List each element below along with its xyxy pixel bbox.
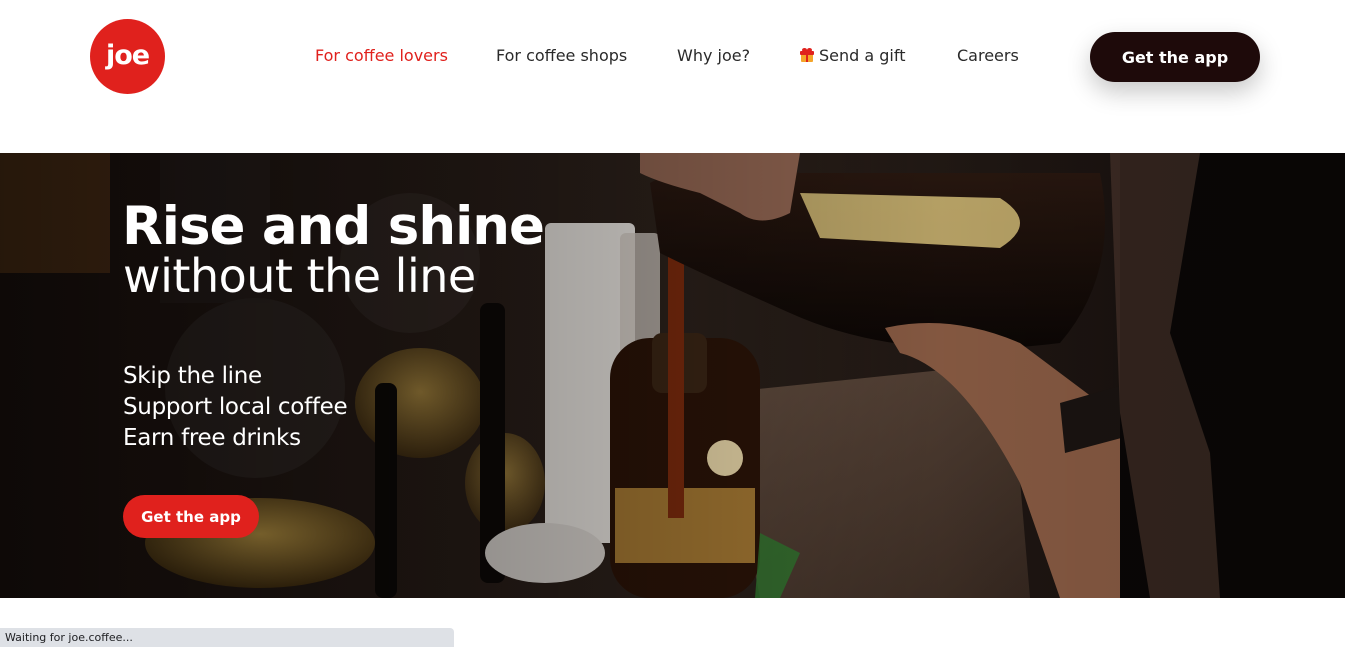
nav-item-send-a-gift-label: Send a gift bbox=[819, 46, 906, 65]
nav-item-send-a-gift[interactable]: Send a gift bbox=[800, 45, 906, 67]
nav-item-careers[interactable]: Careers bbox=[957, 45, 1019, 67]
site-header: joe For coffee lovers For coffee shops W… bbox=[0, 0, 1345, 153]
nav-item-for-coffee-shops[interactable]: For coffee shops bbox=[496, 45, 627, 67]
hero-subtitle: without the line bbox=[123, 249, 476, 303]
header-get-the-app-button[interactable]: Get the app bbox=[1090, 32, 1260, 82]
nav-item-why-joe[interactable]: Why joe? bbox=[677, 45, 750, 67]
gift-icon bbox=[800, 48, 814, 62]
browser-status-bar: Waiting for joe.coffee... bbox=[0, 628, 454, 647]
benefit-earn-free-drinks: Earn free drinks bbox=[123, 425, 301, 451]
logo-text: joe bbox=[105, 39, 150, 71]
benefits-list: Skip the line Support local coffee Earn … bbox=[123, 361, 348, 454]
joe-logo[interactable]: joe bbox=[90, 19, 165, 94]
nav-item-for-coffee-lovers[interactable]: For coffee lovers bbox=[315, 45, 448, 67]
benefit-skip-the-line: Skip the line bbox=[123, 363, 262, 389]
hero-get-the-app-button[interactable]: Get the app bbox=[123, 495, 259, 538]
benefit-support-local-coffee: Support local coffee bbox=[123, 394, 348, 420]
hero-section: Rise and shine without the line Skip the… bbox=[0, 153, 1345, 598]
